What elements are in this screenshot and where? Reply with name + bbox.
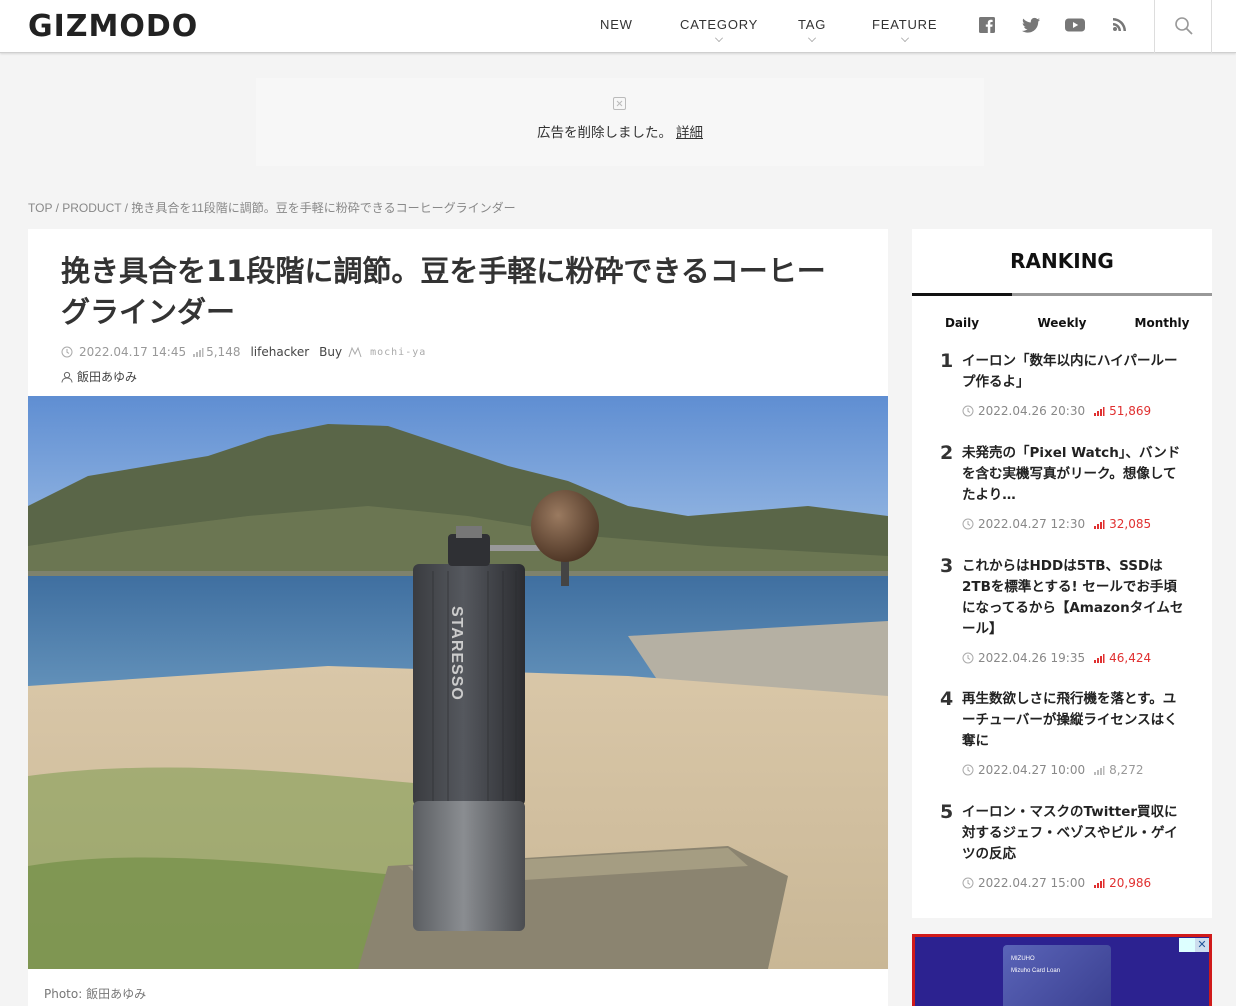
clock-icon xyxy=(61,346,73,358)
article-meta: 2022.04.17 14:45 5,148 lifehacker Buy mo… xyxy=(61,345,426,359)
rank-number: 1 xyxy=(940,350,954,372)
rank-date: 2022.04.27 15:00 xyxy=(978,876,1086,890)
rank-views: 46,424 xyxy=(1109,651,1152,665)
rank-title[interactable]: 未発売の「Pixel Watch」、バンドを含む実機写真がリーク。想像してたより… xyxy=(962,443,1188,506)
rank-meta: 2022.04.26 19:35 46,424 xyxy=(962,651,1151,665)
article-source[interactable]: lifehacker xyxy=(250,345,309,359)
clock-icon xyxy=(962,405,974,417)
ad-notice-detail-link[interactable]: 詳細 xyxy=(676,125,703,141)
views-icon xyxy=(1094,407,1105,416)
rank-title[interactable]: イーロン「数年以内にハイパーループ作るよ」 xyxy=(962,351,1188,393)
author-name: 飯田あゆみ xyxy=(77,370,138,384)
user-icon xyxy=(61,371,73,383)
views-icon xyxy=(1094,879,1105,888)
mochi-ya-logo-icon xyxy=(348,346,362,358)
breadcrumb[interactable]: TOP / PRODUCT / 挽き具合を11段階に調節。豆を手軽に粉砕できるコ… xyxy=(28,199,516,216)
views-icon xyxy=(193,348,204,357)
article-views: 5,148 xyxy=(206,345,241,359)
clock-icon xyxy=(962,518,974,530)
nav-new-label: NEW xyxy=(600,17,633,32)
article-author[interactable]: 飯田あゆみ xyxy=(61,368,137,385)
article-card: 挽き具合を11段階に調節。豆を手軽に粉砕できるコーヒーグラインダー 2022.0… xyxy=(28,229,888,1006)
hero-image: STARESSO xyxy=(28,396,888,969)
product-label: STARESSO xyxy=(448,606,465,701)
ad-notice-message: 広告を削除しました。 xyxy=(537,125,672,141)
rank-meta: 2022.04.27 12:30 32,085 xyxy=(962,517,1151,531)
search-icon xyxy=(1175,17,1193,35)
rank-title[interactable]: これからはHDDは5TB、SSDは2TBを標準とする! セールでお手頃になってる… xyxy=(962,556,1188,640)
nav-category-label: CATEGORY xyxy=(680,17,759,32)
facebook-icon[interactable] xyxy=(978,16,998,36)
site-header: GIZMODO NEW CATEGORY TAG FEATURE xyxy=(0,0,1236,53)
rank-date: 2022.04.27 10:00 xyxy=(978,763,1086,777)
youtube-icon[interactable] xyxy=(1064,16,1085,36)
rank-date: 2022.04.26 19:35 xyxy=(978,651,1086,665)
close-icon[interactable]: ✕ xyxy=(1195,938,1209,952)
nav-feature-label: FEATURE xyxy=(872,17,938,32)
rank-number: 2 xyxy=(940,442,954,464)
ad-removed-notice: 広告を削除しました。 詳細 xyxy=(256,78,984,166)
rank-date: 2022.04.27 12:30 xyxy=(978,517,1086,531)
nav-new[interactable]: NEW xyxy=(600,17,633,32)
rank-views: 51,869 xyxy=(1109,404,1152,418)
tab-weekly[interactable]: Weekly xyxy=(1012,316,1112,330)
rank-views: 32,085 xyxy=(1109,517,1152,531)
views-icon xyxy=(1094,520,1105,529)
chevron-down-icon xyxy=(808,34,817,42)
rank-meta: 2022.04.27 10:00 8,272 xyxy=(962,763,1143,777)
ranking-tab-indicator xyxy=(912,293,1012,296)
ad-brand: MIZUHO xyxy=(1011,956,1035,962)
ad-closed-icon xyxy=(613,97,626,110)
photo-credit: Photo: 飯田あゆみ xyxy=(44,987,147,1001)
nav-feature[interactable]: FEATURE xyxy=(872,17,937,42)
rss-icon[interactable] xyxy=(1112,16,1132,36)
article-title: 挽き具合を11段階に調節。豆を手軽に粉砕できるコーヒーグラインダー xyxy=(61,254,826,329)
rank-title[interactable]: 再生数欲しさに飛行機を落とす。ユーチューバーが操縦ライセンスはく奪に xyxy=(962,689,1188,752)
nav-tag-label: TAG xyxy=(798,17,827,32)
rank-views: 20,986 xyxy=(1109,876,1152,890)
twitter-icon[interactable] xyxy=(1021,16,1041,36)
chevron-down-icon xyxy=(715,34,724,42)
nav-tag[interactable]: TAG xyxy=(798,17,826,42)
rank-meta: 2022.04.27 15:00 20,986 xyxy=(962,876,1151,890)
clock-icon xyxy=(962,652,974,664)
article-date: 2022.04.17 14:45 xyxy=(79,345,187,359)
views-icon xyxy=(1094,654,1105,663)
ranking-heading: RANKING xyxy=(1010,249,1114,273)
sidebar-ad-banner[interactable]: MIZUHO Mizuho Card Loan ✕ xyxy=(912,934,1212,1006)
rank-date: 2022.04.26 20:30 xyxy=(978,404,1086,418)
clock-icon xyxy=(962,877,974,889)
chevron-down-icon xyxy=(900,34,909,42)
article-tag[interactable]: Buy xyxy=(319,345,342,359)
rank-title[interactable]: イーロン・マスクのTwitter買収に対するジェフ・ベゾスやビル・ゲイツの反応 xyxy=(962,802,1188,865)
views-icon xyxy=(1094,766,1105,775)
clock-icon xyxy=(962,764,974,776)
site-logo[interactable]: GIZMODO xyxy=(28,9,198,44)
ad-card-label: Mizuho Card Loan xyxy=(1011,968,1061,974)
adchoices-icon[interactable] xyxy=(1179,938,1195,952)
search-button[interactable] xyxy=(1154,0,1212,53)
rank-number: 5 xyxy=(940,801,954,823)
rank-number: 3 xyxy=(940,555,954,577)
rank-views: 8,272 xyxy=(1109,763,1144,777)
ranking-widget: RANKING Daily Weekly Monthly 1 イーロン「数年以内に… xyxy=(912,229,1212,918)
tab-monthly[interactable]: Monthly xyxy=(1112,316,1212,330)
partner-name[interactable]: mochi-ya xyxy=(370,347,426,358)
nav-category[interactable]: CATEGORY xyxy=(680,17,758,42)
tab-daily[interactable]: Daily xyxy=(912,316,1012,330)
rank-meta: 2022.04.26 20:30 51,869 xyxy=(962,404,1151,418)
ad-card-image: MIZUHO Mizuho Card Loan xyxy=(1003,945,1111,1006)
rank-number: 4 xyxy=(940,688,954,710)
